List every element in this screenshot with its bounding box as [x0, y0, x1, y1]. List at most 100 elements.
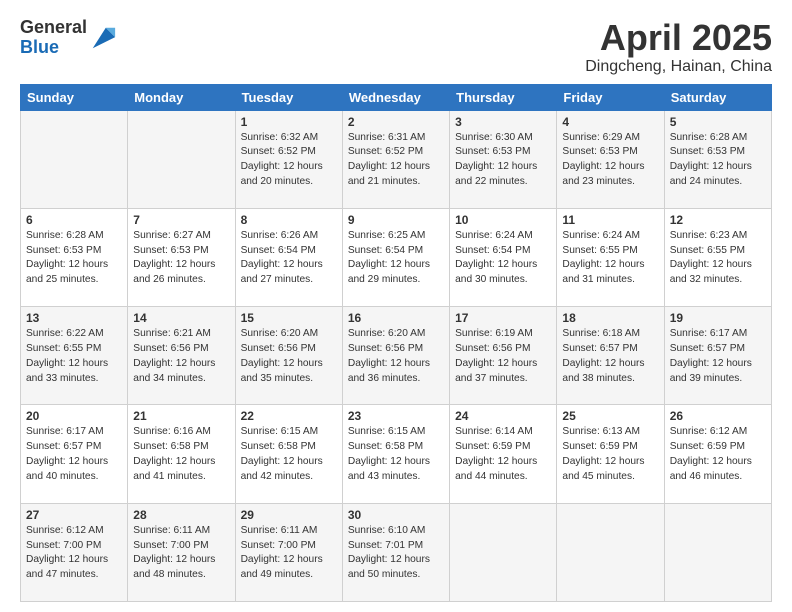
calendar-cell [557, 503, 664, 601]
day-info: Sunrise: 6:28 AMSunset: 6:53 PMDaylight:… [26, 229, 122, 288]
day-info: Sunrise: 6:13 AMSunset: 6:59 PMDaylight:… [562, 425, 658, 484]
calendar-cell: 17Sunrise: 6:19 AMSunset: 6:56 PMDayligh… [450, 307, 557, 405]
day-info: Sunrise: 6:31 AMSunset: 6:52 PMDaylight:… [348, 131, 444, 190]
day-number: 16 [348, 311, 444, 325]
calendar-cell: 22 Sunrise: 6:15 AMSunset: 6:58 PMDayligh… [235, 405, 342, 503]
day-info: Sunrise: 6:11 AMSunset: 7:00 PMDaylight:… [133, 524, 229, 583]
day-info: Sunrise: 6:24 AMSunset: 6:54 PMDaylight:… [455, 229, 551, 288]
weekday-wednesday: Wednesday [342, 84, 449, 110]
day-info: Sunrise: 6:16 AMSunset: 6:58 PMDaylight:… [133, 425, 229, 484]
week-row-4: 27 Sunrise: 6:12 AMSunset: 7:00 PMDayligh… [21, 503, 772, 601]
calendar-cell [664, 503, 771, 601]
day-info: Sunrise: 6:25 AMSunset: 6:54 PMDaylight:… [348, 229, 444, 288]
day-info: Sunrise: 6:29 AMSunset: 6:53 PMDaylight:… [562, 131, 658, 190]
day-info: Sunrise: 6:19 AMSunset: 6:56 PMDaylight:… [455, 327, 551, 386]
day-number: 30 [348, 508, 444, 522]
weekday-thursday: Thursday [450, 84, 557, 110]
weekday-tuesday: Tuesday [235, 84, 342, 110]
calendar-cell: 3 Sunrise: 6:30 AMSunset: 6:53 PMDaylight… [450, 110, 557, 208]
day-number: 8 [241, 213, 337, 227]
day-info: Sunrise: 6:26 AMSunset: 6:54 PMDaylight:… [241, 229, 337, 288]
day-info: Sunrise: 6:20 AMSunset: 6:56 PMDaylight:… [241, 327, 337, 386]
page: GeneralBlue April 2025 Dingcheng, Hainan… [0, 0, 792, 612]
calendar-cell: 14Sunrise: 6:21 AMSunset: 6:56 PMDayligh… [128, 307, 235, 405]
calendar-cell: 23Sunrise: 6:15 AMSunset: 6:58 PMDayligh… [342, 405, 449, 503]
week-row-2: 13 Sunrise: 6:22 AMSunset: 6:55 PMDayligh… [21, 307, 772, 405]
day-number: 2 [348, 115, 444, 129]
calendar-cell: 9 Sunrise: 6:25 AMSunset: 6:54 PMDaylight… [342, 208, 449, 306]
day-number: 21 [133, 409, 229, 423]
calendar-cell: 10 Sunrise: 6:24 AMSunset: 6:54 PMDayligh… [450, 208, 557, 306]
calendar-cell: 29Sunrise: 6:11 AMSunset: 7:00 PMDayligh… [235, 503, 342, 601]
calendar-cell: 1 Sunrise: 6:32 AMSunset: 6:52 PMDaylight… [235, 110, 342, 208]
day-info: Sunrise: 6:15 AMSunset: 6:58 PMDaylight:… [241, 425, 337, 484]
header: GeneralBlue April 2025 Dingcheng, Hainan… [20, 18, 772, 76]
day-info: Sunrise: 6:27 AMSunset: 6:53 PMDaylight:… [133, 229, 229, 288]
calendar-cell: 7 Sunrise: 6:27 AMSunset: 6:53 PMDaylight… [128, 208, 235, 306]
logo-blue: Blue [20, 38, 87, 58]
day-info: Sunrise: 6:22 AMSunset: 6:55 PMDaylight:… [26, 327, 122, 386]
calendar-cell: 20 Sunrise: 6:17 AMSunset: 6:57 PMDayligh… [21, 405, 128, 503]
day-number: 1 [241, 115, 337, 129]
calendar-cell: 5 Sunrise: 6:28 AMSunset: 6:53 PMDaylight… [664, 110, 771, 208]
day-number: 28 [133, 508, 229, 522]
day-info: Sunrise: 6:20 AMSunset: 6:56 PMDaylight:… [348, 327, 444, 386]
day-info: Sunrise: 6:28 AMSunset: 6:53 PMDaylight:… [670, 131, 766, 190]
month-title: April 2025 [585, 18, 772, 58]
location: Dingcheng, Hainan, China [585, 58, 772, 76]
day-number: 10 [455, 213, 551, 227]
day-number: 13 [26, 311, 122, 325]
calendar-cell [450, 503, 557, 601]
day-number: 7 [133, 213, 229, 227]
calendar-cell: 26Sunrise: 6:12 AMSunset: 6:59 PMDayligh… [664, 405, 771, 503]
calendar-cell: 24 Sunrise: 6:14 AMSunset: 6:59 PMDayligh… [450, 405, 557, 503]
calendar-cell: 30Sunrise: 6:10 AMSunset: 7:01 PMDayligh… [342, 503, 449, 601]
weekday-header-row: SundayMondayTuesdayWednesdayThursdayFrid… [21, 84, 772, 110]
calendar-body: 1 Sunrise: 6:32 AMSunset: 6:52 PMDaylight… [21, 110, 772, 601]
title-block: April 2025 Dingcheng, Hainan, China [585, 18, 772, 76]
day-number: 20 [26, 409, 122, 423]
calendar-cell: 12 Sunrise: 6:23 AMSunset: 6:55 PMDayligh… [664, 208, 771, 306]
week-row-0: 1 Sunrise: 6:32 AMSunset: 6:52 PMDaylight… [21, 110, 772, 208]
day-info: Sunrise: 6:21 AMSunset: 6:56 PMDaylight:… [133, 327, 229, 386]
week-row-3: 20 Sunrise: 6:17 AMSunset: 6:57 PMDayligh… [21, 405, 772, 503]
calendar-cell: 25Sunrise: 6:13 AMSunset: 6:59 PMDayligh… [557, 405, 664, 503]
logo-icon [89, 24, 117, 52]
calendar-cell: 6Sunrise: 6:28 AMSunset: 6:53 PMDaylight… [21, 208, 128, 306]
day-number: 5 [670, 115, 766, 129]
day-info: Sunrise: 6:30 AMSunset: 6:53 PMDaylight:… [455, 131, 551, 190]
day-number: 4 [562, 115, 658, 129]
day-info: Sunrise: 6:32 AMSunset: 6:52 PMDaylight:… [241, 131, 337, 190]
day-number: 3 [455, 115, 551, 129]
day-info: Sunrise: 6:14 AMSunset: 6:59 PMDaylight:… [455, 425, 551, 484]
day-number: 24 [455, 409, 551, 423]
calendar-cell: 2 Sunrise: 6:31 AMSunset: 6:52 PMDaylight… [342, 110, 449, 208]
day-info: Sunrise: 6:23 AMSunset: 6:55 PMDaylight:… [670, 229, 766, 288]
calendar-cell: 4 Sunrise: 6:29 AMSunset: 6:53 PMDaylight… [557, 110, 664, 208]
day-number: 9 [348, 213, 444, 227]
day-info: Sunrise: 6:17 AMSunset: 6:57 PMDaylight:… [670, 327, 766, 386]
week-row-1: 6Sunrise: 6:28 AMSunset: 6:53 PMDaylight… [21, 208, 772, 306]
calendar-cell: 8 Sunrise: 6:26 AMSunset: 6:54 PMDaylight… [235, 208, 342, 306]
calendar-cell: 18Sunrise: 6:18 AMSunset: 6:57 PMDayligh… [557, 307, 664, 405]
calendar-cell: 15 Sunrise: 6:20 AMSunset: 6:56 PMDayligh… [235, 307, 342, 405]
calendar-cell: 13 Sunrise: 6:22 AMSunset: 6:55 PMDayligh… [21, 307, 128, 405]
day-number: 27 [26, 508, 122, 522]
weekday-saturday: Saturday [664, 84, 771, 110]
day-number: 12 [670, 213, 766, 227]
day-info: Sunrise: 6:24 AMSunset: 6:55 PMDaylight:… [562, 229, 658, 288]
day-info: Sunrise: 6:17 AMSunset: 6:57 PMDaylight:… [26, 425, 122, 484]
day-info: Sunrise: 6:12 AMSunset: 7:00 PMDaylight:… [26, 524, 122, 583]
day-number: 22 [241, 409, 337, 423]
day-number: 15 [241, 311, 337, 325]
logo-general: General [20, 17, 87, 37]
calendar-cell: 27 Sunrise: 6:12 AMSunset: 7:00 PMDayligh… [21, 503, 128, 601]
weekday-monday: Monday [128, 84, 235, 110]
calendar-cell: 19Sunrise: 6:17 AMSunset: 6:57 PMDayligh… [664, 307, 771, 405]
calendar-cell: 16 Sunrise: 6:20 AMSunset: 6:56 PMDayligh… [342, 307, 449, 405]
calendar-cell: 21 Sunrise: 6:16 AMSunset: 6:58 PMDayligh… [128, 405, 235, 503]
weekday-sunday: Sunday [21, 84, 128, 110]
calendar-cell [128, 110, 235, 208]
logo: GeneralBlue [20, 18, 117, 58]
calendar-cell [21, 110, 128, 208]
